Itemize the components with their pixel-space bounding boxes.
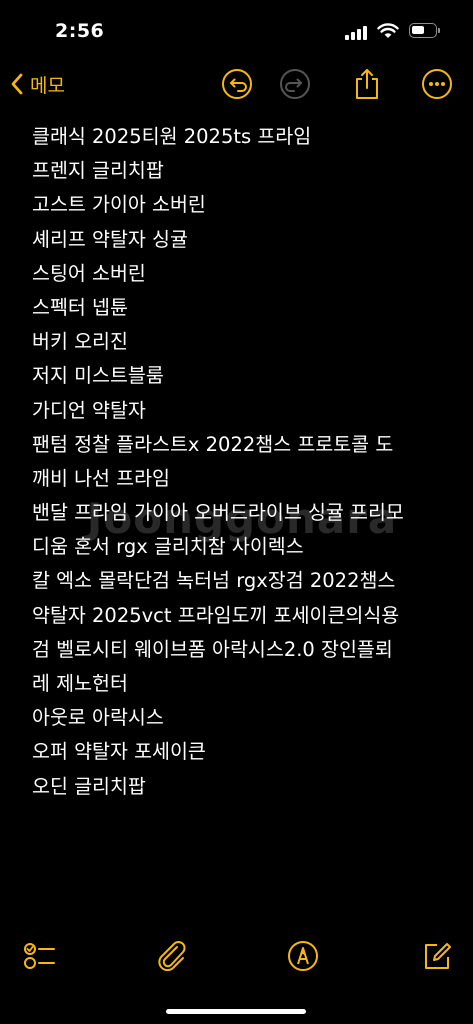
home-indicator [166, 1009, 306, 1014]
note-line: 고스트 가이아 소버린 [32, 193, 206, 217]
note-line: 저지 미스트블룸 [32, 364, 164, 388]
note-line: 레 제노헌터 [32, 672, 128, 695]
note-line: 스펙터 넵튠 [32, 295, 128, 319]
note-line: 약탈자 2025vct 프라임도끼 포세이큰의식용 [32, 603, 400, 627]
redo-icon [280, 69, 310, 99]
note-body[interactable]: 클래식 2025티원 2025ts 프라임프렌지 글리치팝고스트 가이아 소버린… [32, 120, 452, 804]
status-bar: 2:56 [0, 0, 473, 60]
checklist-button[interactable] [21, 938, 57, 974]
note-line: 아웃로 아락시스 [32, 706, 164, 730]
markup-pen-icon [288, 941, 318, 971]
compose-button[interactable] [419, 938, 455, 974]
bottom-toolbar [0, 934, 473, 978]
share-button[interactable] [349, 66, 385, 102]
note-line: 셰리프 약탈자 싱귤 [32, 227, 188, 251]
note-line: 밴달 프라임 가이아 오버드라이브 싱귤 프리모 [32, 501, 404, 525]
navigation-bar: 메모 [0, 60, 473, 108]
redo-button[interactable] [277, 66, 313, 102]
back-label: 메모 [30, 74, 65, 97]
battery-icon [409, 23, 437, 38]
wifi-icon [377, 23, 399, 38]
more-button[interactable] [419, 66, 455, 102]
note-line: 칼 엑소 몰락단검 녹터넘 rgx장검 2022챔스 [32, 569, 396, 593]
note-line: 스팅어 소버린 [32, 261, 146, 285]
back-button[interactable]: 메모 [10, 66, 65, 102]
note-line: 오퍼 약탈자 포세이큰 [32, 740, 206, 764]
note-line: 디움 혼서 rgx 글리치참 사이렉스 [32, 535, 304, 559]
cellular-signal-icon [345, 26, 369, 40]
paperclip-icon [158, 941, 186, 972]
note-line: 프렌지 글리치팝 [32, 159, 164, 183]
more-icon [422, 69, 452, 99]
note-line: 깨비 나선 프라임 [32, 466, 170, 490]
status-time: 2:56 [55, 20, 105, 42]
note-line: 검 벨로시티 웨이브폼 아락시스2.0 장인플뢰 [32, 637, 393, 661]
undo-button[interactable] [219, 66, 255, 102]
battery-level [412, 26, 424, 34]
note-line: 클래식 2025티원 2025ts 프라임 [32, 125, 312, 148]
checklist-icon [24, 943, 55, 969]
undo-icon [222, 69, 252, 99]
note-line: 버키 오리진 [32, 330, 128, 354]
note-line: 팬텀 정찰 플라스트x 2022챔스 프로토콜 도 [32, 432, 394, 456]
note-line: 가디언 약탈자 [32, 398, 146, 422]
share-icon [356, 69, 378, 99]
markup-button[interactable] [285, 938, 321, 974]
attach-button[interactable] [155, 938, 191, 974]
note-line: 오딘 글리치팝 [32, 774, 146, 798]
battery-cap [438, 28, 440, 33]
compose-icon [425, 943, 451, 969]
chevron-left-icon [11, 73, 23, 95]
